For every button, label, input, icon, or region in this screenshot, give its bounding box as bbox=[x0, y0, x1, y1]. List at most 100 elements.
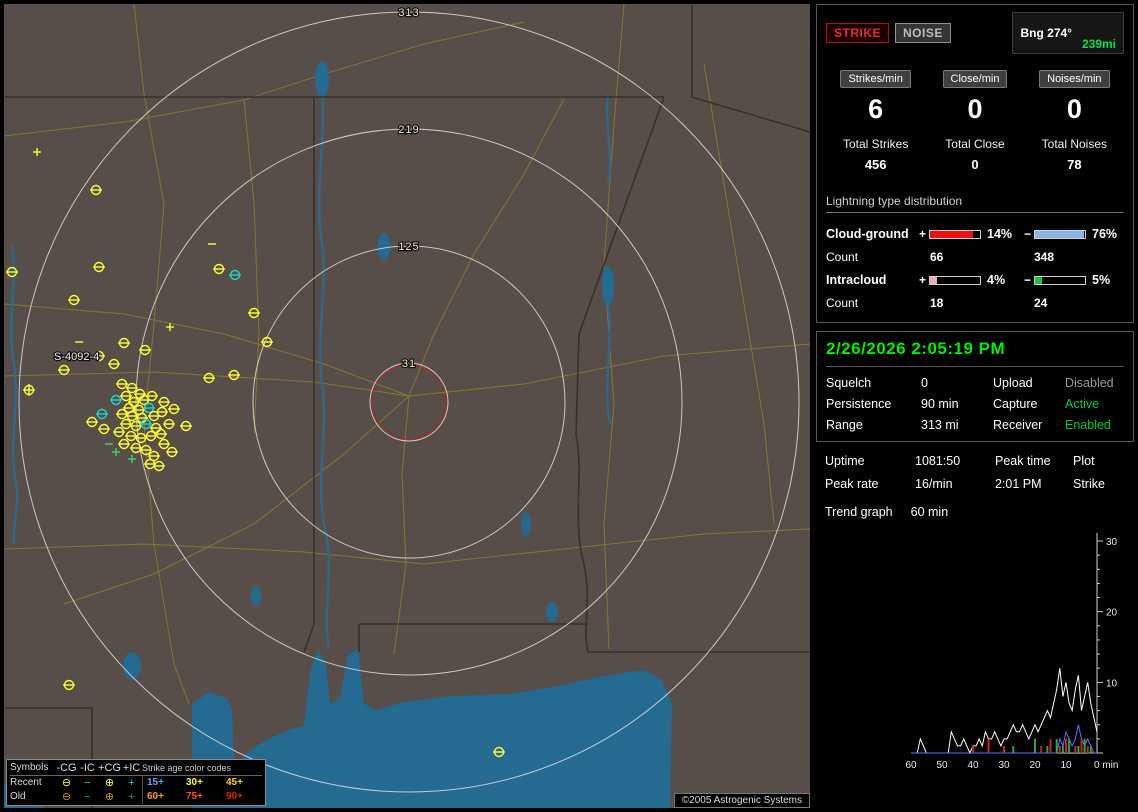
plus-sign: + bbox=[918, 227, 926, 241]
cg-plus-bar bbox=[929, 229, 981, 239]
map-legend: Symbols -CG -IC +CG +IC Strike age color… bbox=[6, 759, 266, 806]
svg-text:20: 20 bbox=[1106, 608, 1118, 619]
datetime-display: 2/26/2026 2:05:19 PM bbox=[826, 339, 1124, 367]
svg-text:30: 30 bbox=[998, 760, 1010, 771]
svg-text:10: 10 bbox=[1106, 678, 1118, 689]
age-45-label: 45+ bbox=[226, 777, 243, 788]
ic-minus-recent-icon: − bbox=[84, 776, 91, 789]
svg-text:20: 20 bbox=[1029, 760, 1041, 771]
legend-age-header: Strike age color codes bbox=[142, 763, 232, 773]
lightning-map[interactable]: 313 219 125 31 S-4092-4 bbox=[3, 3, 811, 808]
svg-text:60: 60 bbox=[905, 760, 917, 771]
ic-plus-count: 18 bbox=[930, 296, 944, 310]
total-noises-value: 78 bbox=[1067, 157, 1082, 172]
plus-sign: + bbox=[918, 273, 926, 287]
total-noises-label: Total Noises bbox=[1041, 137, 1108, 151]
svg-text:50: 50 bbox=[936, 760, 948, 771]
intracloud-row: Intracloud + 4% − 5% bbox=[826, 269, 1124, 291]
intracloud-count-row: Count 18 24 bbox=[826, 291, 1124, 315]
noise-mode-button[interactable]: NOISE bbox=[895, 23, 951, 43]
close-counter: Close/min 0 Total Close 0 bbox=[925, 70, 1024, 172]
svg-text:31: 31 bbox=[402, 358, 416, 370]
cg-minus-recent-icon: ⊖ bbox=[61, 776, 72, 789]
upload-label: Upload bbox=[993, 376, 1033, 390]
strikes-per-min-button[interactable]: Strikes/min bbox=[840, 70, 911, 88]
strike-mode-button[interactable]: STRIKE bbox=[826, 23, 890, 43]
cg-plus-old-icon: ⊕ bbox=[104, 790, 115, 803]
ic-minus-count: 24 bbox=[1034, 296, 1048, 310]
svg-text:10: 10 bbox=[1060, 760, 1072, 771]
plot-value[interactable]: Strike bbox=[1073, 477, 1125, 491]
age-15-label: 15+ bbox=[142, 776, 182, 790]
svg-text:219: 219 bbox=[398, 124, 419, 136]
nexstorm-app: 313 219 125 31 S-4092-4 Symbols -CG -IC +CG … bbox=[0, 0, 1138, 812]
cg-minus-bar bbox=[1034, 229, 1086, 239]
copyright-notice: ©2005 Astrogenic Systems bbox=[673, 793, 810, 808]
noises-per-min-button[interactable]: Noises/min bbox=[1039, 70, 1110, 88]
age-75-label: 75+ bbox=[186, 791, 203, 802]
age-30-label: 30+ bbox=[186, 777, 203, 788]
plot-label: Plot bbox=[1073, 454, 1095, 468]
peak-time-value: 2:01 PM bbox=[995, 477, 1042, 491]
age-60-label: 60+ bbox=[142, 790, 182, 804]
ic-minus-old-icon: − bbox=[84, 790, 91, 803]
stats-grid: Uptime 1081:50 Peak time Plot Peak rate … bbox=[825, 454, 1125, 491]
ic-plus-percent: 4% bbox=[987, 273, 1006, 287]
total-close-label: Total Close bbox=[945, 137, 1005, 151]
cloud-ground-label: Cloud-ground bbox=[826, 227, 909, 241]
cloud-ground-count-row: Count 66 348 bbox=[826, 245, 1124, 269]
range-label: Range bbox=[826, 418, 863, 432]
svg-text:0 min: 0 min bbox=[1094, 760, 1118, 771]
uptime-value: 1081:50 bbox=[915, 454, 961, 468]
squelch-value: 0 bbox=[921, 376, 928, 390]
capture-label: Capture bbox=[993, 397, 1038, 411]
upload-value: Disabled bbox=[1065, 376, 1114, 390]
total-strikes-label: Total Strikes bbox=[842, 137, 909, 151]
session-stats: Uptime 1081:50 Peak time Plot Peak rate … bbox=[816, 450, 1134, 778]
bearing-value: Bng 274° bbox=[1020, 26, 1072, 40]
capture-value: Active bbox=[1065, 397, 1100, 411]
cg-minus-percent: 76% bbox=[1092, 227, 1118, 241]
mode-bar: STRIKE NOISE Bng 274° 239mi bbox=[826, 12, 1124, 54]
squelch-label: Squelch bbox=[826, 376, 872, 390]
legend-old-label: Old bbox=[10, 791, 26, 802]
cg-minus-count: 348 bbox=[1034, 250, 1055, 264]
cg-plus-percent: 14% bbox=[987, 227, 1013, 241]
persistence-label: Persistence bbox=[826, 397, 892, 411]
lightning-distribution: Lightning type distribution Cloud-ground… bbox=[826, 194, 1124, 315]
map-area[interactable]: 313 219 125 31 S-4092-4 Symbols -CG -IC +CG … bbox=[3, 3, 811, 808]
trend-graph-label: Trend graph bbox=[825, 505, 893, 519]
age-90-label: 90+ bbox=[226, 791, 243, 802]
ic-plus-recent-icon: + bbox=[128, 776, 135, 789]
bearing-distance: 239mi bbox=[1081, 37, 1116, 51]
ic-plus-old-icon: + bbox=[128, 790, 135, 803]
legend-col-pos-cg: +CG bbox=[98, 761, 121, 774]
count-label: Count bbox=[826, 250, 859, 264]
peak-rate-value: 16/min bbox=[915, 477, 953, 491]
trend-graph: 30 20 10 60 50 40 30 20 10 0 min bbox=[905, 533, 1118, 771]
cloud-ground-row: Cloud-ground + 14% − 76% bbox=[826, 223, 1124, 245]
distribution-title: Lightning type distribution bbox=[826, 194, 1124, 213]
status-grid: Squelch 0 Upload Disabled Persistence 90… bbox=[826, 376, 1124, 434]
peak-rate-label: Peak rate bbox=[825, 477, 879, 491]
trend-window-value: 60 min bbox=[910, 505, 949, 519]
persistence-value: 90 min bbox=[921, 397, 959, 411]
minus-sign: − bbox=[1023, 273, 1031, 287]
svg-text:313: 313 bbox=[398, 7, 419, 19]
bearing-readout: Bng 274° 239mi bbox=[1012, 12, 1124, 54]
legend-recent-label: Recent bbox=[10, 777, 42, 788]
close-per-min-value: 0 bbox=[967, 94, 983, 124]
minus-sign: − bbox=[1023, 227, 1031, 241]
range-value: 313 mi bbox=[921, 418, 959, 432]
receiver-value: Enabled bbox=[1065, 418, 1111, 432]
close-per-min-button[interactable]: Close/min bbox=[942, 70, 1008, 88]
total-strikes-value: 456 bbox=[864, 157, 887, 172]
ic-minus-bar bbox=[1034, 275, 1086, 285]
noises-per-min-value: 0 bbox=[1066, 94, 1082, 124]
rate-counters: Strikes/min 6 Total Strikes 456 Close/mi… bbox=[826, 70, 1124, 172]
svg-text:125: 125 bbox=[398, 241, 419, 253]
control-panel: STRIKE NOISE Bng 274° 239mi Strikes/min … bbox=[816, 4, 1134, 808]
legend-symbols-header: Symbols bbox=[10, 762, 49, 773]
status-box: 2/26/2026 2:05:19 PM Squelch 0 Upload Di… bbox=[816, 331, 1134, 442]
svg-text:40: 40 bbox=[967, 760, 979, 771]
